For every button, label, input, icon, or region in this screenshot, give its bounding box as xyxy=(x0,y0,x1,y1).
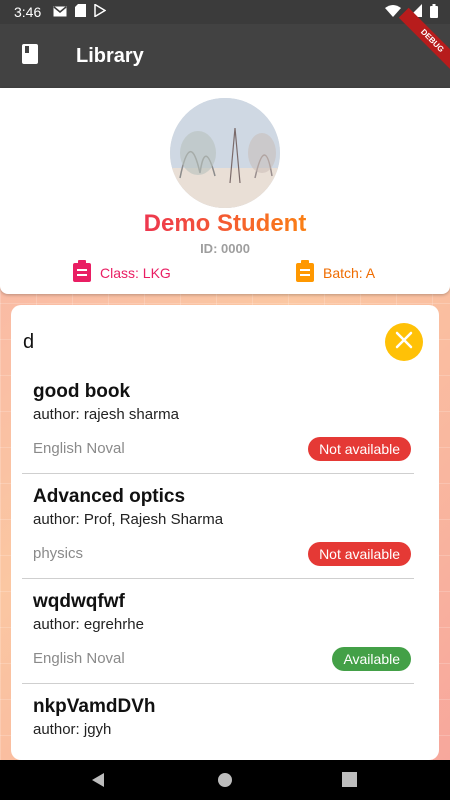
book-category: physics xyxy=(33,545,84,562)
recents-icon[interactable] xyxy=(342,772,357,792)
clear-search-button[interactable] xyxy=(385,323,423,361)
class-label: Class: LKG xyxy=(100,264,171,281)
book-category: English Noval xyxy=(33,650,125,667)
book-author: author: Prof, Rajesh Sharma xyxy=(33,511,224,528)
book-author: author: jgyh xyxy=(33,721,112,738)
avatar xyxy=(170,98,280,208)
student-id: ID: 0000 xyxy=(200,241,250,256)
search-input[interactable]: d xyxy=(23,331,34,354)
book-list-card: d good book author: rajesh sharma Englis… xyxy=(11,305,439,760)
play-store-icon xyxy=(94,3,107,20)
app-title: Library xyxy=(76,44,144,67)
book-item[interactable]: Advanced optics author: Prof, Rajesh Sha… xyxy=(22,474,414,579)
status-time: 3:46 xyxy=(14,4,42,20)
status-badge: Available xyxy=(332,647,411,671)
clipboard-icon xyxy=(72,260,92,285)
status-bar: 3:46 xyxy=(0,0,450,24)
book-title: good book xyxy=(33,381,131,402)
sd-card-icon xyxy=(75,4,87,20)
clipboard-icon xyxy=(295,260,315,285)
profile-card: Demo Student ID: 0000 Class: LKG Batch: … xyxy=(0,88,450,294)
book-item[interactable]: nkpVamdDVh author: jgyh xyxy=(22,684,414,760)
batch-label: Batch: A xyxy=(323,264,376,281)
gmail-icon xyxy=(53,4,67,20)
book-author: author: rajesh sharma xyxy=(33,406,179,423)
status-badge: Not available xyxy=(308,542,411,566)
close-icon xyxy=(395,331,413,354)
student-name: Demo Student xyxy=(0,210,450,238)
book-title: nkpVamdDVh xyxy=(33,696,156,717)
app-bar: Library xyxy=(0,24,450,88)
book-title: wqdwqfwf xyxy=(33,591,125,612)
book-item[interactable]: wqdwqfwf author: egrehrhe English Noval … xyxy=(22,579,414,684)
book-author: author: egrehrhe xyxy=(33,616,144,633)
back-icon[interactable] xyxy=(90,772,106,793)
battery-icon xyxy=(430,3,438,21)
navigation-bar xyxy=(0,760,450,800)
class-info: Class: LKG xyxy=(72,260,171,285)
book-category: English Noval xyxy=(33,440,125,457)
status-badge: Not available xyxy=(308,437,411,461)
book-title: Advanced optics xyxy=(33,486,186,507)
book-item[interactable]: good book author: rajesh sharma English … xyxy=(22,369,414,474)
batch-info: Batch: A xyxy=(295,260,375,285)
book-icon[interactable] xyxy=(20,43,40,70)
home-icon[interactable] xyxy=(217,772,233,793)
